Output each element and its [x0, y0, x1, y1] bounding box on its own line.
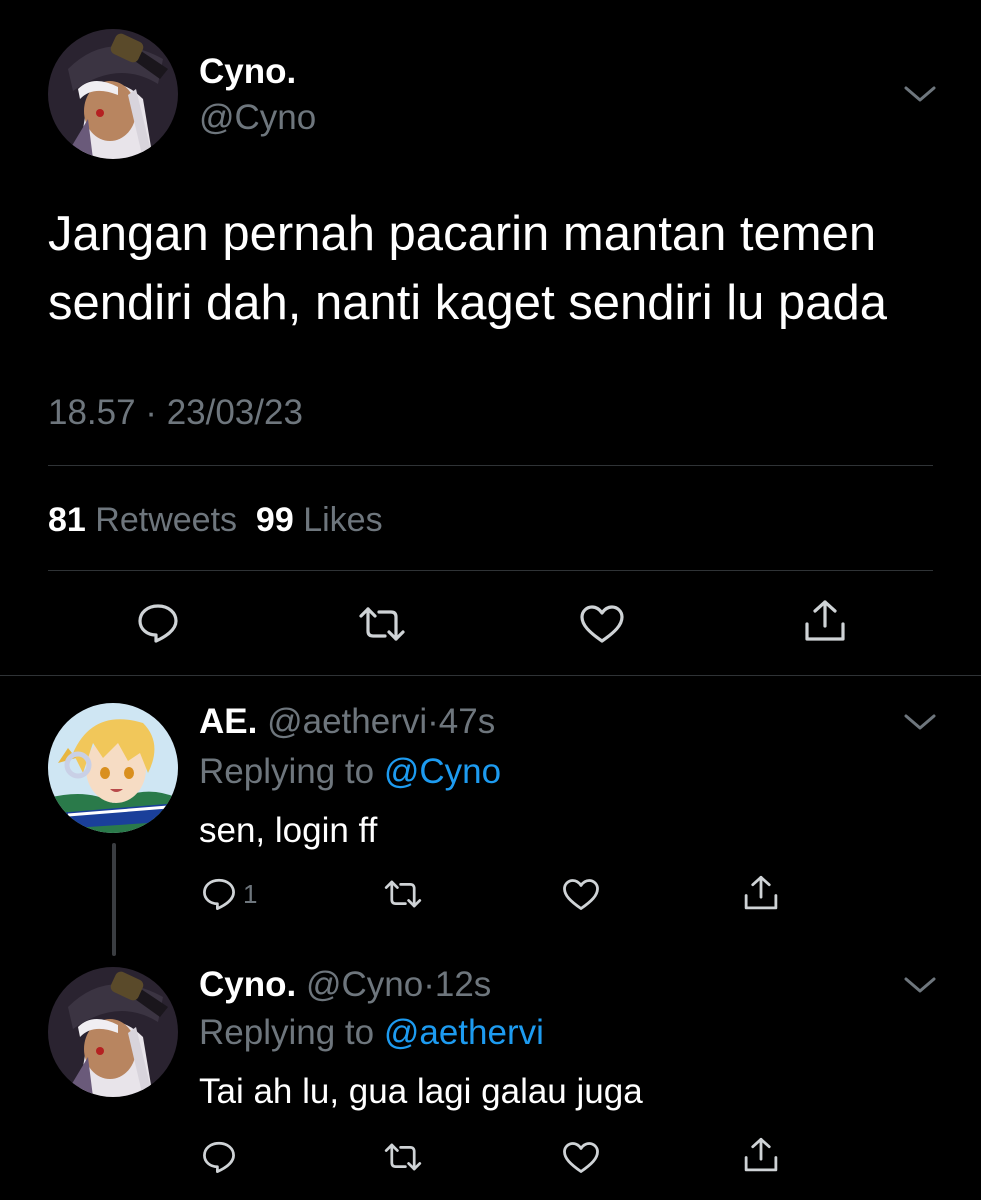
reply-header: Cyno. @Cyno·12s: [199, 965, 491, 1005]
replying-prefix: Replying to: [199, 752, 375, 791]
retweets-label[interactable]: Retweets: [95, 501, 237, 539]
likes-label[interactable]: Likes: [303, 501, 382, 539]
reply-header: AE. @aethervi·47s: [199, 702, 495, 742]
dot-separator: ·: [427, 702, 439, 741]
replying-prefix: Replying to: [199, 1013, 375, 1052]
share-icon: [744, 875, 778, 910]
reply-author-handle[interactable]: @Cyno: [306, 965, 423, 1004]
main-avatar[interactable]: [48, 29, 178, 159]
replying-to-link[interactable]: @Cyno: [384, 752, 501, 791]
chevron-down-icon[interactable]: [903, 975, 937, 995]
reply-retweet-button[interactable]: [382, 1141, 424, 1173]
main-share-button[interactable]: [802, 598, 848, 644]
likes-count[interactable]: 99: [256, 501, 294, 539]
reply-text: sen, login ff: [199, 811, 378, 850]
retweets-count[interactable]: 81: [48, 501, 86, 539]
reply-text: Tai ah lu, gua lagi galau juga: [199, 1072, 643, 1111]
reply-count: 1: [243, 878, 258, 909]
heart-icon: [580, 605, 624, 643]
reply-reply-button[interactable]: [201, 1140, 237, 1174]
reply-author-name[interactable]: Cyno.: [199, 965, 296, 1004]
reply-share-button[interactable]: [742, 874, 780, 912]
reply-retweet-button[interactable]: [382, 878, 424, 910]
main-reply-button[interactable]: [136, 602, 180, 644]
reply-like-button[interactable]: [562, 1141, 600, 1174]
chevron-down-icon[interactable]: [903, 712, 937, 732]
divider: [0, 675, 981, 676]
main-tweet-text-line2: sendiri dah, nanti kaget sendiri lu pada: [48, 276, 888, 330]
reply-reply-button[interactable]: 1: [201, 877, 257, 911]
thread-connector: [112, 843, 116, 956]
main-tweet-text: Jangan pernah pacarin mantan temen sendi…: [48, 200, 948, 338]
main-tweet-text-line1: Jangan pernah pacarin mantan temen: [48, 207, 877, 261]
heart-icon: [563, 879, 599, 910]
main-author-name[interactable]: Cyno.: [199, 52, 296, 92]
reply-share-button[interactable]: [742, 1136, 780, 1174]
main-retweet-button[interactable]: [356, 604, 408, 644]
replying-to-link[interactable]: @aethervi: [384, 1013, 544, 1052]
reply-icon: [203, 878, 235, 910]
aether-avatar-icon: [48, 703, 178, 833]
reply-time[interactable]: 12s: [435, 965, 491, 1004]
reply-avatar[interactable]: [48, 703, 178, 833]
main-tweet-timestamp[interactable]: 18.57 · 23/03/23: [48, 393, 303, 433]
main-like-button[interactable]: [579, 604, 625, 644]
reply-author-name[interactable]: AE.: [199, 702, 257, 741]
tweet-stats: 81 Retweets 99 Likes: [48, 500, 383, 540]
cyno-avatar-icon: [48, 29, 178, 159]
chevron-down-icon[interactable]: [903, 84, 937, 104]
reply-avatar[interactable]: [48, 967, 178, 1097]
retweet-icon: [384, 880, 422, 908]
cyno-avatar-icon: [48, 967, 178, 1097]
reply-icon: [138, 604, 178, 643]
dot-separator: ·: [423, 965, 435, 1004]
replying-to: Replying to @aethervi: [199, 1013, 544, 1053]
reply-time[interactable]: 47s: [439, 702, 495, 741]
share-icon: [805, 600, 845, 641]
replying-to: Replying to @Cyno: [199, 752, 501, 792]
main-author-handle[interactable]: @Cyno: [199, 98, 316, 138]
reply-like-button[interactable]: [562, 878, 600, 911]
share-icon: [744, 1137, 778, 1172]
divider: [48, 465, 933, 466]
retweet-icon: [384, 1143, 422, 1171]
reply-icon: [203, 1141, 235, 1173]
divider: [48, 570, 933, 571]
reply-author-handle[interactable]: @aethervi: [267, 702, 427, 741]
retweet-icon: [359, 607, 405, 641]
heart-icon: [563, 1142, 599, 1173]
